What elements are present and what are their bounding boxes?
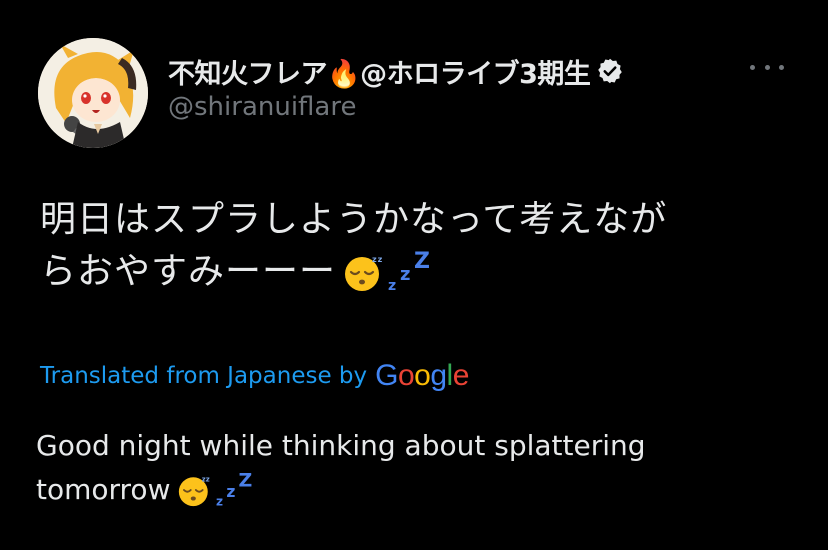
translation-line-2: tomorrow — [36, 473, 171, 506]
avatar-image — [38, 38, 148, 148]
zzz-emoji: z z Z — [386, 249, 434, 294]
sleeping-face-emoji: zz — [176, 473, 214, 507]
sleeping-face-emoji: zz — [342, 252, 386, 292]
tweet-header: 不知火フレア🔥@ホロライブ3期生 @shiranuiflare — [38, 38, 798, 148]
name-block: 不知火フレア🔥@ホロライブ3期生 @shiranuiflare — [168, 54, 624, 122]
translation-line-1: Good night while thinking about splatter… — [36, 429, 646, 462]
display-name-row: 不知火フレア🔥@ホロライブ3期生 — [168, 52, 624, 91]
svg-text:z: z — [216, 495, 223, 509]
zzz-emoji: z z Z — [214, 470, 256, 509]
svg-text:Z: Z — [239, 471, 253, 492]
tweet-text-line-2-row: らおやすみーーー zz z z Z — [40, 246, 810, 298]
translation-attribution: Translated from Japanese by Google — [40, 354, 469, 398]
display-name[interactable]: 不知火フレア🔥@ホロライブ3期生 — [168, 52, 591, 91]
svg-text:z: z — [388, 278, 397, 294]
svg-text:zz: zz — [202, 476, 210, 484]
avatar[interactable] — [38, 38, 148, 148]
google-logo: Google — [375, 359, 469, 392]
svg-text:z: z — [227, 483, 236, 501]
translation-line-2-row: tomorrow zz z z Z — [36, 468, 736, 512]
svg-text:zz: zz — [372, 255, 383, 264]
svg-text:z: z — [400, 264, 411, 285]
tweet-text: 明日はスプラしようかなって考えなが らおやすみーーー zz z z Z — [40, 194, 810, 298]
tweet-text-line-1: 明日はスプラしようかなって考えなが — [40, 199, 668, 240]
translation-text: Good night while thinking about splatter… — [36, 424, 736, 512]
handle[interactable]: @shiranuiflare — [168, 92, 624, 122]
verified-badge-icon — [596, 57, 624, 85]
translated-label[interactable]: Translated from Japanese by — [40, 363, 367, 389]
more-icon[interactable] — [750, 62, 784, 72]
tweet-text-line-2: らおやすみーーー — [40, 251, 337, 292]
svg-text:Z: Z — [414, 250, 431, 274]
